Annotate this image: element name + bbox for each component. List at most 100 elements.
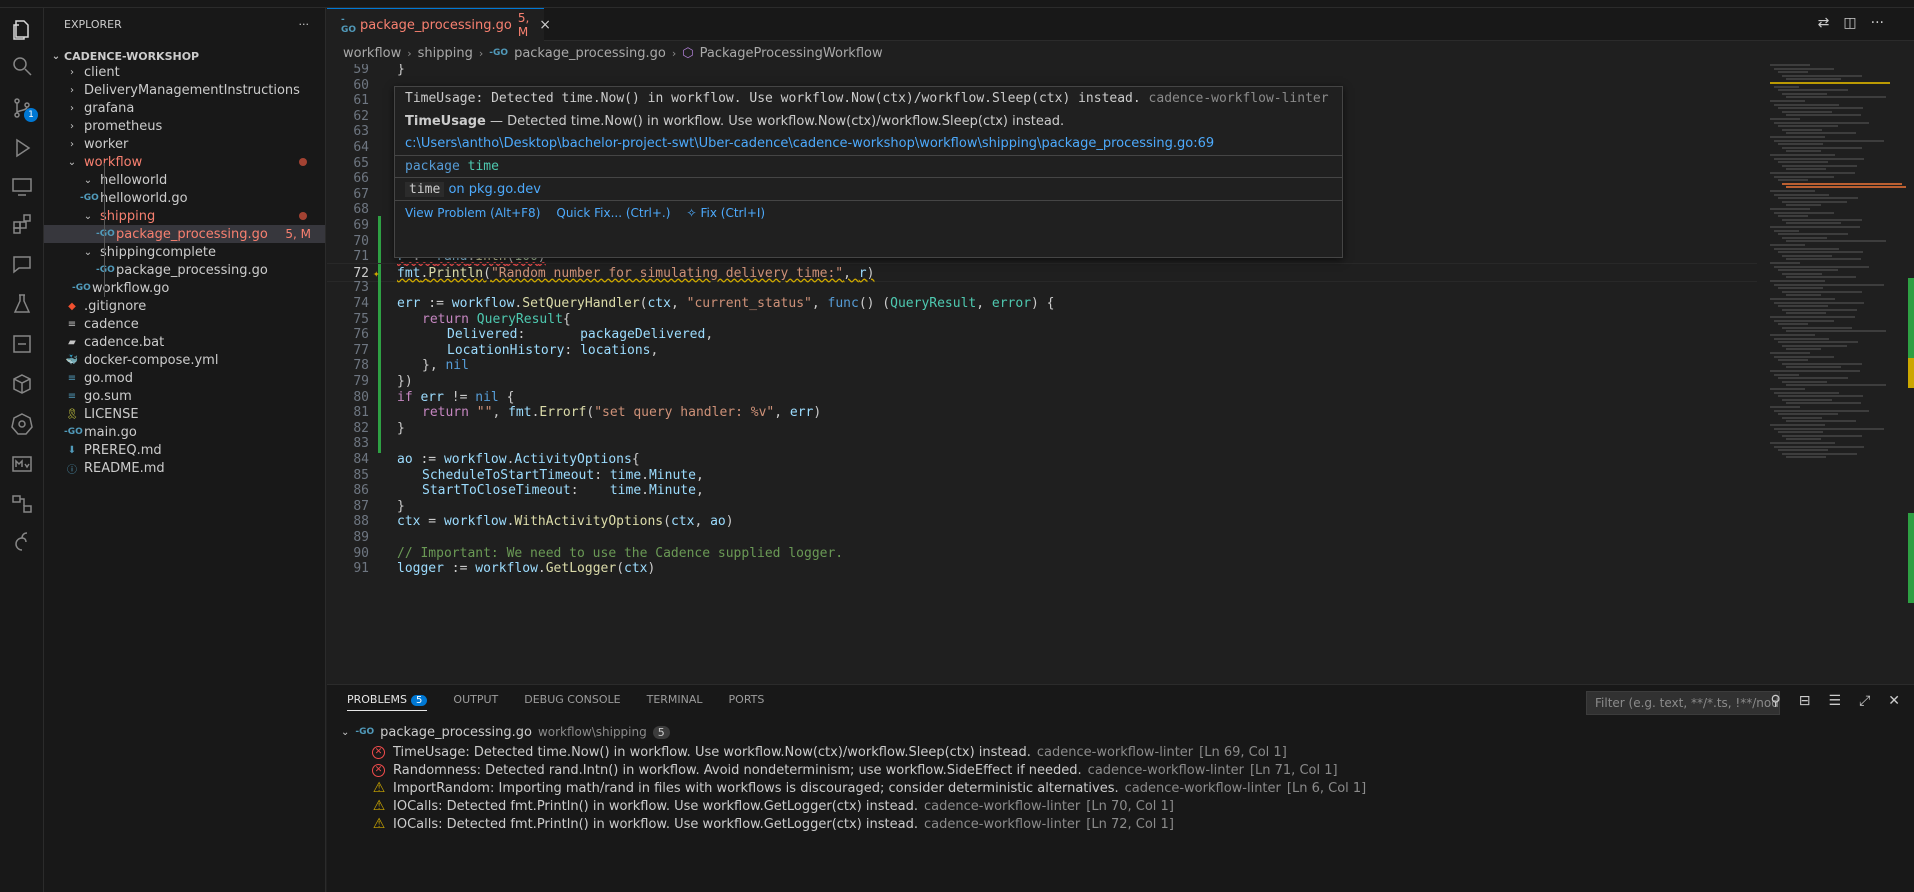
- minimap-line: [1782, 416, 1822, 419]
- tree-item-label: client: [84, 64, 120, 80]
- tree-item[interactable]: -GO main.go: [44, 423, 325, 441]
- chevron-right-icon: ›: [478, 46, 484, 60]
- tree-item[interactable]: ⓘ README.md: [44, 459, 325, 477]
- problem-item[interactable]: ⚠ IOCalls: Detected fmt.Println() in work…: [371, 815, 1174, 833]
- kubernetes-icon[interactable]: [8, 410, 36, 438]
- compare-changes-icon[interactable]: ⇄: [1818, 15, 1830, 31]
- tree-item[interactable]: ≡ cadence: [44, 315, 325, 333]
- tree-item[interactable]: › grafana: [44, 99, 325, 117]
- maximize-panel-icon[interactable]: ⤢: [1859, 693, 1870, 709]
- tree-item[interactable]: ◆ .gitignore: [44, 297, 325, 315]
- problem-item[interactable]: ⚠ ImportRandom: Importing math/rand in fi…: [371, 779, 1367, 797]
- tree-item[interactable]: ⬇ PREREQ.md: [44, 441, 325, 459]
- hover-path-link[interactable]: c:\Users\antho\Desktop\bachelor-project-…: [405, 136, 1214, 151]
- quick-fix-link[interactable]: Quick Fix... (Ctrl+.): [556, 206, 670, 220]
- tree-item[interactable]: ≡ go.sum: [44, 387, 325, 405]
- tree-item[interactable]: › client: [44, 63, 325, 81]
- search-icon[interactable]: [8, 52, 36, 80]
- minimap-line: [1774, 445, 1864, 448]
- tree-item[interactable]: › prometheus: [44, 117, 325, 135]
- tree-item[interactable]: ≡ go.mod: [44, 369, 325, 387]
- activity-bar: 1: [0, 8, 44, 892]
- more-actions-icon[interactable]: ···: [299, 18, 310, 31]
- close-icon[interactable]: ×: [539, 17, 551, 33]
- minimap-line: [1782, 74, 1862, 77]
- minimap[interactable]: [1764, 64, 1906, 564]
- explorer-icon[interactable]: [8, 16, 36, 44]
- tree-item-badge: 5, M: [285, 227, 311, 241]
- tree-item-label: cadence: [84, 316, 139, 332]
- tab-output[interactable]: OUTPUT: [453, 693, 498, 711]
- minimap-line: [1778, 341, 1858, 344]
- code-line[interactable]: 91 logger := workflow.GetLogger(ctx): [327, 559, 1757, 578]
- problems-filter-input[interactable]: Filter (e.g. text, **/*.ts, !**/nod...: [1586, 691, 1780, 715]
- tree-item[interactable]: ⌄ shippingcomplete: [44, 243, 325, 261]
- minimap-line: [1770, 388, 1805, 390]
- minimap-line: [1774, 139, 1884, 142]
- problem-item[interactable]: ✕ TimeUsage: Detected time.Now() in workf…: [371, 743, 1287, 761]
- fix-link[interactable]: Fix (Ctrl+I): [701, 206, 766, 220]
- tree-item[interactable]: ▰ cadence.bat: [44, 333, 325, 351]
- testing-icon[interactable]: [8, 290, 36, 318]
- breadcrumb-workflow[interactable]: workflow: [343, 46, 401, 61]
- collapse-all-icon[interactable]: ⊟: [1799, 693, 1811, 709]
- problem-source: cadence-workflow-linter: [1087, 762, 1244, 778]
- extensions-icon[interactable]: [8, 210, 36, 238]
- view-as-tree-icon[interactable]: ☰: [1829, 693, 1842, 709]
- problem-file-row[interactable]: ⌄ -GO package_processing.go workflow\shi…: [341, 721, 670, 743]
- minimap-line: [1782, 290, 1862, 293]
- problem-source: cadence-workflow-linter: [1036, 744, 1194, 760]
- tab-package-processing[interactable]: -GO package_processing.go 5, M ×: [327, 8, 551, 41]
- chat-icon[interactable]: [8, 250, 36, 278]
- chevron-down-icon: ⌄: [83, 174, 93, 186]
- tree-item-label: go.sum: [84, 388, 132, 404]
- tree-item[interactable]: › worker: [44, 135, 325, 153]
- more-actions-icon[interactable]: ···: [1871, 15, 1884, 31]
- package-icon[interactable]: [8, 370, 36, 398]
- swirl-icon[interactable]: [8, 528, 36, 556]
- problem-item[interactable]: ✕ Randomness: Detected rand.Intn() in wor…: [371, 761, 1338, 779]
- remote-explorer-icon[interactable]: [8, 172, 36, 200]
- tree-item[interactable]: 🐳 docker-compose.yml: [44, 351, 325, 369]
- tree-item-label: DeliveryManagementInstructions: [84, 82, 300, 98]
- run-debug-icon[interactable]: [8, 134, 36, 162]
- containers-icon[interactable]: [8, 330, 36, 358]
- tab-debug-console[interactable]: DEBUG CONSOLE: [524, 693, 620, 711]
- tree-item[interactable]: -GO package_processing.go: [44, 261, 325, 279]
- modified-dot: [299, 212, 307, 220]
- source-control-icon[interactable]: 1: [8, 94, 38, 122]
- go-file-icon: -GO: [489, 48, 509, 58]
- view-problem-link[interactable]: View Problem (Alt+F8): [405, 206, 540, 220]
- flow-icon[interactable]: [8, 490, 36, 518]
- minimap-line: [1786, 78, 1841, 81]
- tree-item[interactable]: › DeliveryManagementInstructions: [44, 81, 325, 99]
- tab-problems[interactable]: PROBLEMS 5: [347, 693, 428, 711]
- panel-tabs: PROBLEMS 5 OUTPUT DEBUG CONSOLE TERMINAL …: [347, 693, 764, 711]
- gomod-file-icon: ≡: [67, 372, 77, 384]
- filter-icon[interactable]: ⚲: [1771, 693, 1781, 709]
- tree-item[interactable]: -GO package_processing.go 5, M: [44, 225, 325, 243]
- tree-item[interactable]: ⌄ shipping: [44, 207, 325, 225]
- breadcrumb-symbol[interactable]: PackageProcessingWorkflow: [700, 46, 883, 61]
- problem-message: Randomness: Detected rand.Intn() in work…: [393, 762, 1082, 778]
- tree-item[interactable]: ⌄ helloworld: [44, 171, 325, 189]
- tree-item[interactable]: -GO helloworld.go: [44, 189, 325, 207]
- tab-ports[interactable]: PORTS: [729, 693, 765, 711]
- breadcrumb-file[interactable]: package_processing.go: [514, 46, 666, 61]
- hover-pkg-link[interactable]: on pkg.go.dev: [448, 182, 541, 197]
- tree-item[interactable]: -GO workflow.go: [44, 279, 325, 297]
- explorer-header: EXPLORER ···: [44, 8, 325, 40]
- tree-item-label: go.mod: [84, 370, 133, 386]
- tree-item[interactable]: 🎗 LICENSE: [44, 405, 325, 423]
- split-editor-icon[interactable]: ◫: [1843, 15, 1856, 31]
- scrollbar-warning-marker: [1908, 358, 1914, 388]
- breadcrumb-shipping[interactable]: shipping: [418, 46, 473, 61]
- close-panel-icon[interactable]: ✕: [1888, 693, 1900, 709]
- problem-item[interactable]: ⚠ IOCalls: Detected fmt.Println() in work…: [371, 797, 1174, 815]
- tree-item[interactable]: ⌄ workflow: [44, 153, 325, 171]
- tab-terminal[interactable]: TERMINAL: [647, 693, 703, 711]
- error-icon: ✕: [372, 763, 385, 777]
- minimap-line: [1774, 103, 1839, 106]
- markdown-icon[interactable]: [8, 450, 36, 478]
- minimap-line: [1778, 323, 1808, 326]
